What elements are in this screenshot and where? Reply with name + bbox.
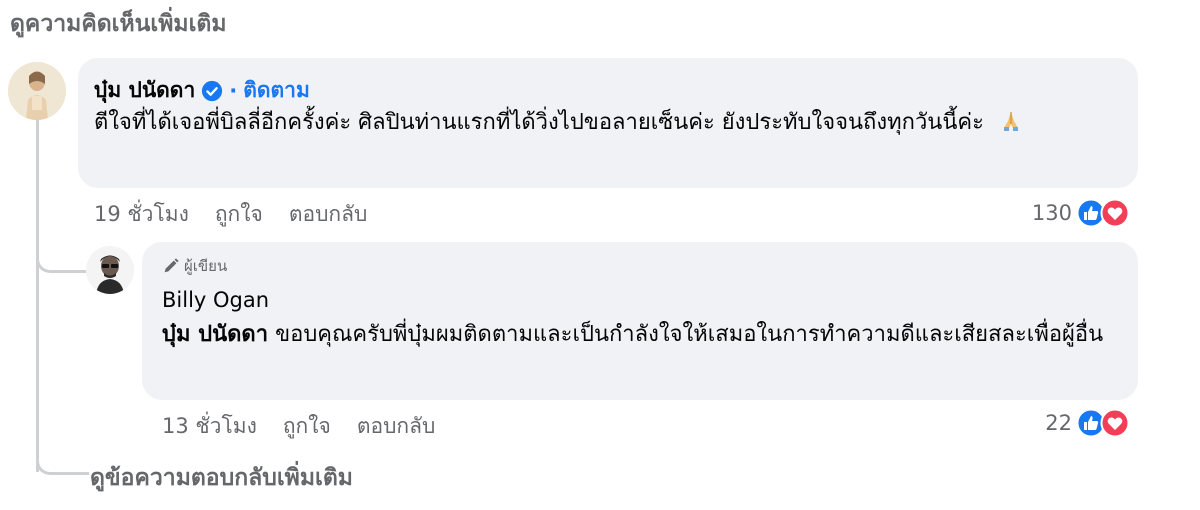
love-icon — [1100, 198, 1130, 228]
reply-body: ขอบคุณครับพี่บุ๋มผมติดตามและเป็นกำลังใจใ… — [275, 322, 1104, 347]
view-more-comments-link[interactable]: ดูความคิดเห็นเพิ่มเติม — [10, 6, 227, 42]
reply-reply-button[interactable]: ตอบกลับ — [357, 410, 436, 443]
reply-timestamp[interactable]: 13 ชั่วโมง — [162, 410, 257, 443]
thread-connector-more — [36, 446, 89, 475]
reply-like-button[interactable]: ถูกใจ — [283, 410, 331, 443]
comment-timestamp[interactable]: 19 ชั่วโมง — [94, 198, 189, 231]
reply-header: Billy Ogan — [162, 288, 269, 312]
reply-actions: 13 ชั่วโมง ถูกใจ ตอบกลับ — [162, 410, 435, 443]
pencil-icon — [164, 258, 179, 273]
reply-author-name[interactable]: Billy Ogan — [162, 288, 269, 312]
folded-hands-emoji — [1003, 112, 1018, 131]
author-avatar[interactable] — [86, 246, 134, 294]
like-button[interactable]: ถูกใจ — [215, 198, 263, 231]
love-icon — [1100, 408, 1130, 438]
mention-link[interactable]: บุ๋ม ปนัดดา — [162, 322, 268, 347]
reply-reaction-count: 22 — [1045, 411, 1072, 435]
reply-text: บุ๋ม ปนัดดา ขอบคุณครับพี่บุ๋มผมติดตามและ… — [162, 314, 1122, 356]
author-badge-label: ผู้เขียน — [184, 257, 228, 275]
thread-line — [36, 120, 39, 472]
view-more-replies-link[interactable]: ดูข้อความตอบกลับเพิ่มเติม — [90, 460, 353, 496]
comment-actions: 19 ชั่วโมง ถูกใจ ตอบกลับ — [94, 198, 367, 231]
reaction-count: 130 — [1031, 201, 1072, 225]
reply-reactions[interactable]: 22 — [1045, 408, 1130, 438]
commenter-avatar[interactable] — [8, 62, 66, 120]
comment-body: ตีใจที่ได้เจอพี่บิลลี่อีกครั้งค่ะ ศิลปิน… — [94, 110, 984, 135]
verified-badge-icon — [202, 80, 223, 101]
comment-text: ตีใจที่ได้เจอพี่บิลลี่อีกครั้งค่ะ ศิลปิน… — [94, 102, 1124, 144]
reply-button[interactable]: ตอบกลับ — [289, 198, 368, 231]
thread-connector-reply — [36, 244, 89, 273]
comment-reactions[interactable]: 130 — [1032, 198, 1130, 228]
header-separator: · — [229, 78, 238, 103]
author-badge: ผู้เขียน — [162, 254, 227, 278]
